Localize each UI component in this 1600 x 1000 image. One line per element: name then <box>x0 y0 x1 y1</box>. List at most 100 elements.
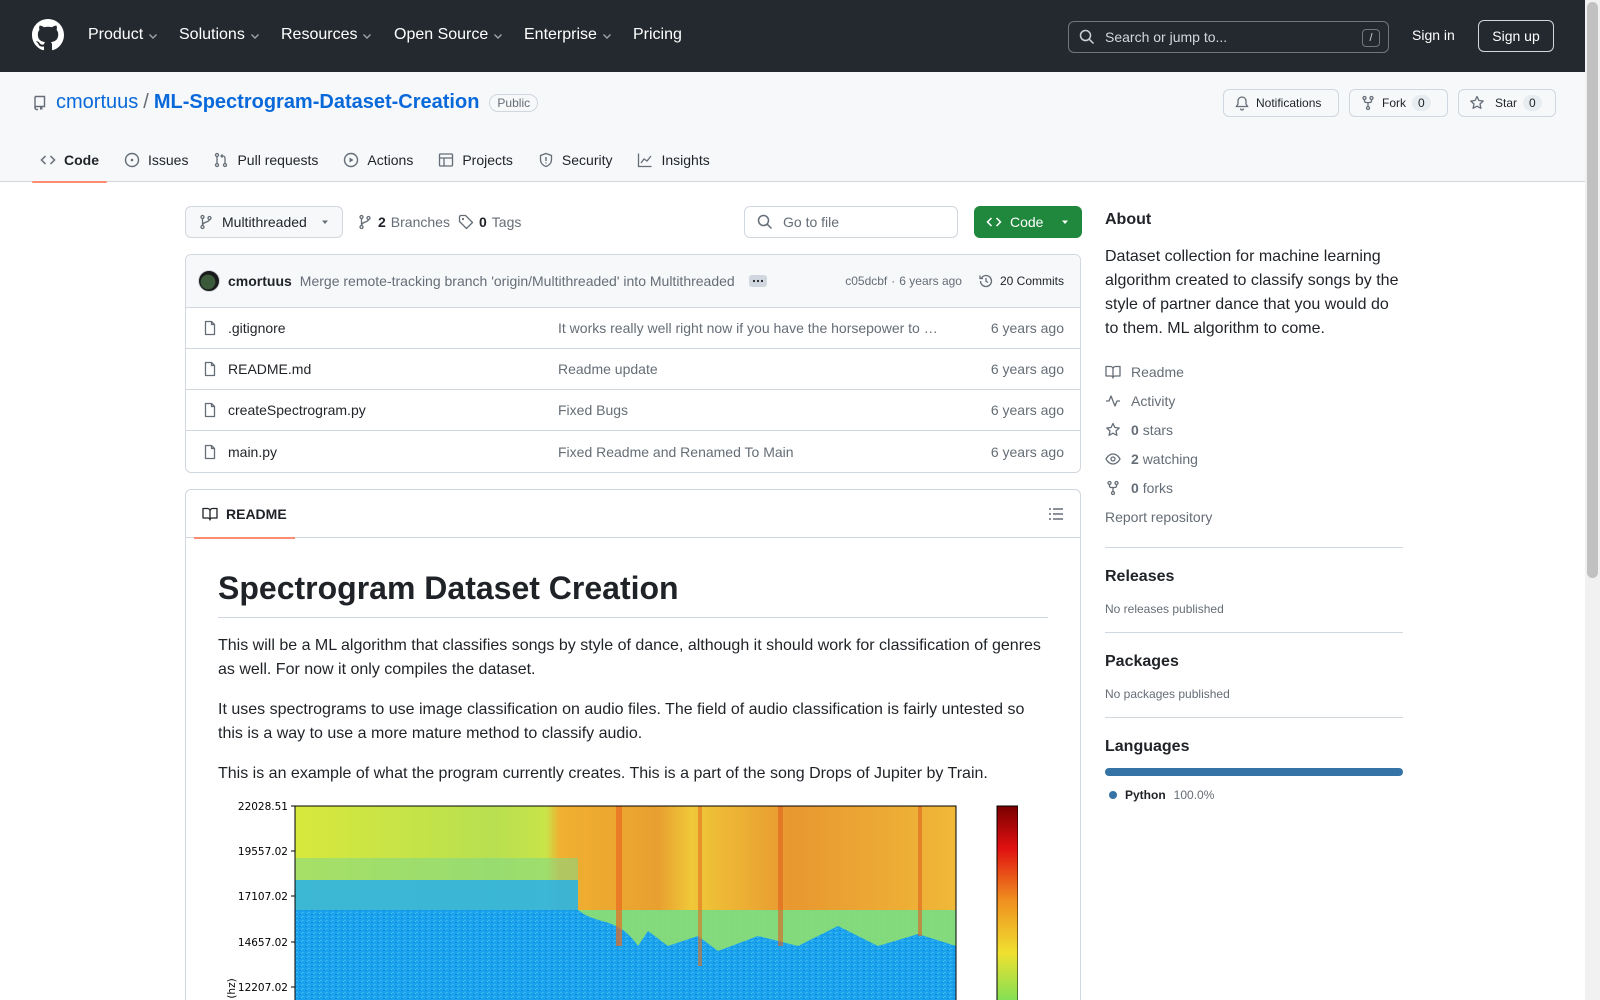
table-row[interactable]: main.py Fixed Readme and Renamed To Main… <box>186 431 1080 472</box>
file-commit-message[interactable]: Readme update <box>558 361 938 377</box>
pull-request-icon <box>215 152 228 168</box>
forks-link[interactable]: 0 forks <box>1105 473 1403 502</box>
scrollbar-thumb[interactable] <box>1587 2 1598 578</box>
spectrogram-image: 22028.51 19557.02 17107.02 14657.02 1220… <box>218 796 1018 1000</box>
packages-empty-text: No packages published <box>1105 687 1230 701</box>
tab-label: Pull requests <box>237 152 319 168</box>
expand-commit-button[interactable] <box>748 275 767 287</box>
graph-icon <box>638 153 652 168</box>
notifications-button[interactable]: Notifications <box>1223 89 1339 117</box>
table-row[interactable]: .gitignore It works really well right no… <box>186 308 1080 349</box>
nav-pricing[interactable]: Pricing <box>633 24 682 46</box>
eye-icon <box>1105 452 1121 465</box>
file-icon <box>204 444 216 459</box>
file-name-link[interactable]: README.md <box>228 361 558 377</box>
divider <box>1105 632 1403 633</box>
nav-solutions[interactable]: Solutions <box>179 24 261 46</box>
table-row[interactable]: README.md Readme update 6 years ago <box>186 349 1080 390</box>
kebab-horizontal-icon <box>752 279 763 283</box>
table-row[interactable]: createSpectrogram.py Fixed Bugs 6 years … <box>186 390 1080 431</box>
tab-issues[interactable]: Issues <box>116 138 196 182</box>
github-logo-icon[interactable] <box>32 19 64 51</box>
language-item[interactable]: Python 100.0% <box>1105 788 1403 802</box>
nav-product[interactable]: Product <box>88 24 159 46</box>
packages-heading[interactable]: Packages <box>1105 653 1403 671</box>
repo-header: cmortuus / ML-Spectrogram-Dataset-Creati… <box>0 72 1585 183</box>
play-icon <box>344 152 359 168</box>
nav-label: Pricing <box>633 26 682 43</box>
meta-dot: · <box>891 274 896 288</box>
language-bar <box>1105 768 1403 776</box>
branches-count: 2 <box>378 214 386 230</box>
bell-icon <box>1235 96 1249 111</box>
repo-owner-link[interactable]: cmortuus <box>56 91 138 114</box>
file-date: 6 years ago <box>990 443 1064 460</box>
watching-count: 2 <box>1131 450 1139 467</box>
sign-up-button[interactable]: Sign up <box>1478 20 1554 52</box>
tab-code[interactable]: Code <box>32 138 107 183</box>
tab-security[interactable]: Security <box>530 138 621 182</box>
readme-link-label: Readme <box>1131 363 1184 380</box>
fork-icon <box>1107 480 1119 495</box>
list-unordered-icon[interactable] <box>1048 506 1064 522</box>
avatar[interactable] <box>198 270 220 292</box>
file-commit-message[interactable]: Fixed Bugs <box>558 402 938 418</box>
page-scrollbar[interactable] <box>1585 0 1600 1000</box>
commits-link[interactable]: 20 Commits <box>978 273 1064 289</box>
language-color-dot <box>1109 791 1117 799</box>
branches-link[interactable]: 2 Branches <box>357 214 450 230</box>
languages-heading: Languages <box>1105 738 1190 755</box>
star-count: 0 <box>1523 95 1542 111</box>
tab-label: Code <box>64 152 99 168</box>
forks-label: forks <box>1142 479 1174 496</box>
tab-readme[interactable]: README <box>194 490 295 539</box>
tab-pull-requests[interactable]: Pull requests <box>205 138 326 182</box>
fork-label: Fork <box>1382 96 1406 110</box>
caret-down-icon <box>322 220 328 224</box>
nav-resources[interactable]: Resources <box>281 24 373 46</box>
code-button-label: Code <box>1010 214 1044 230</box>
releases-empty-text: No releases published <box>1105 602 1224 616</box>
chevron-down-icon <box>602 34 611 39</box>
branch-icon <box>200 214 212 230</box>
fork-button[interactable]: Fork 0 <box>1349 89 1448 117</box>
commit-author[interactable]: cmortuus <box>228 273 292 289</box>
nav-label: Resources <box>281 26 358 43</box>
tab-actions[interactable]: Actions <box>335 138 421 182</box>
readme-panel: README Spectrogram Dataset Creation This… <box>185 489 1081 1000</box>
readme-paragraph: It uses spectrograms to use image classi… <box>218 701 1025 742</box>
releases-heading[interactable]: Releases <box>1105 568 1403 586</box>
file-name-link[interactable]: createSpectrogram.py <box>228 402 558 418</box>
nav-enterprise[interactable]: Enterprise <box>524 24 613 46</box>
search-input[interactable]: Search or jump to... / <box>1068 21 1389 53</box>
readme-link[interactable]: Readme <box>1105 357 1403 386</box>
code-dropdown-button[interactable]: Code <box>974 206 1082 238</box>
commit-message[interactable]: Merge remote-tracking branch 'origin/Mul… <box>300 273 735 289</box>
repo-tabs: Code Issues Pull requests Actions Projec… <box>32 138 727 183</box>
file-icon <box>204 402 216 418</box>
tab-projects[interactable]: Projects <box>430 138 521 182</box>
y-axis-label: cy (hz) <box>226 978 238 1000</box>
file-date: 6 years ago <box>990 320 1064 336</box>
stars-link[interactable]: 0 stars <box>1105 415 1403 444</box>
tag-icon <box>458 214 474 230</box>
file-name-link[interactable]: .gitignore <box>228 320 558 336</box>
file-commit-message[interactable]: It works really well right now if you ha… <box>558 320 938 336</box>
search-placeholder: Search or jump to... <box>1105 29 1228 45</box>
repo-name-link[interactable]: ML-Spectrogram-Dataset-Creation <box>154 91 480 114</box>
tab-insights[interactable]: Insights <box>629 138 717 182</box>
file-commit-message[interactable]: Fixed Readme and Renamed To Main <box>558 444 938 460</box>
global-header: Product Solutions Resources Open Source … <box>0 0 1585 72</box>
commit-sha[interactable]: c05dcbf <box>845 274 887 288</box>
watching-link[interactable]: 2 watching <box>1105 444 1403 473</box>
sign-in-link[interactable]: Sign in <box>1412 27 1455 43</box>
file-icon <box>204 320 216 336</box>
tags-link[interactable]: 0 Tags <box>458 214 521 230</box>
file-name-link[interactable]: main.py <box>228 444 558 460</box>
star-button[interactable]: Star 0 <box>1458 89 1556 117</box>
activity-link[interactable]: Activity <box>1105 386 1403 415</box>
branch-select-button[interactable]: Multithreaded <box>185 206 343 238</box>
nav-open-source[interactable]: Open Source <box>394 24 504 46</box>
go-to-file-input[interactable]: Go to file <box>744 206 958 238</box>
report-repository-link[interactable]: Report repository <box>1105 502 1403 531</box>
